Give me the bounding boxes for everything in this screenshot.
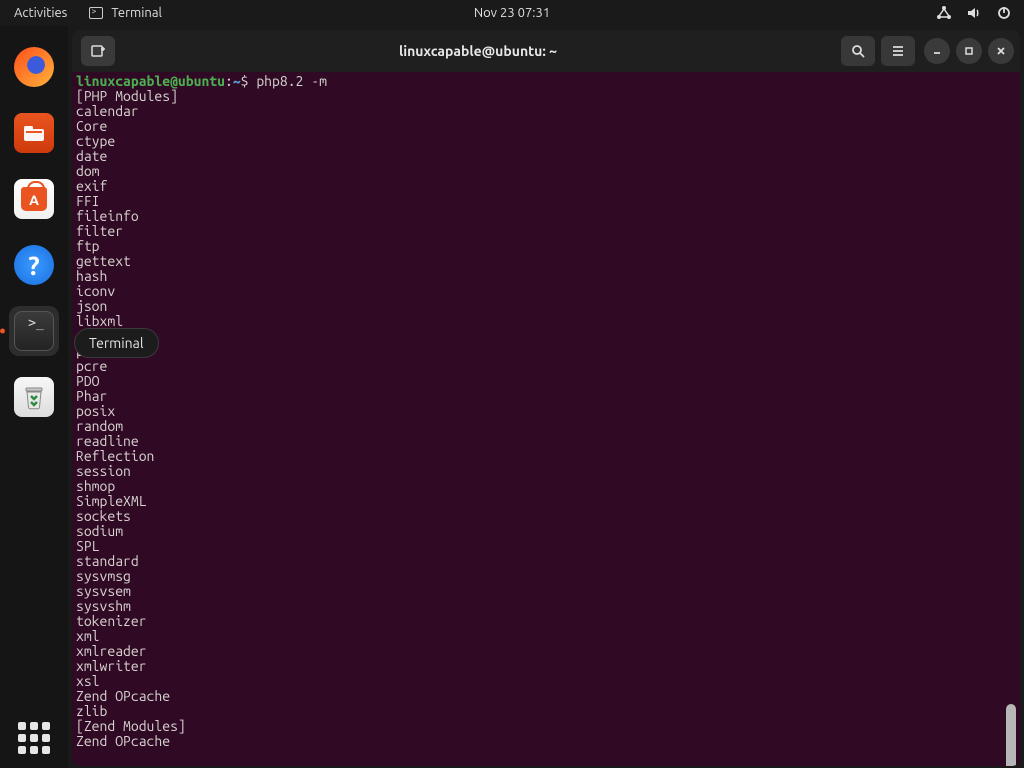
terminal-window: linuxcapable@ubuntu: ~ linuxcapable@ubun… <box>72 30 1020 766</box>
prompt-user: linuxcapable@ubuntu <box>76 73 225 89</box>
module-line: ftp <box>76 239 1016 254</box>
module-line: filter <box>76 224 1016 239</box>
zend-module-line: Zend OPcache <box>76 734 1016 749</box>
module-line: SPL <box>76 539 1016 554</box>
dock-trash[interactable] <box>9 372 59 422</box>
active-app-indicator[interactable]: Terminal <box>89 6 162 20</box>
module-line: exif <box>76 179 1016 194</box>
firefox-icon <box>14 47 54 87</box>
module-line: standard <box>76 554 1016 569</box>
power-icon[interactable] <box>996 5 1012 21</box>
module-line: sysvmsg <box>76 569 1016 584</box>
search-button[interactable] <box>841 36 875 66</box>
window-title: linuxcapable@ubuntu: ~ <box>118 43 838 59</box>
menu-button[interactable] <box>881 36 915 66</box>
module-line: sockets <box>76 509 1016 524</box>
module-line: FFI <box>76 194 1016 209</box>
command: php8.2 -m <box>256 73 327 89</box>
module-line: random <box>76 419 1016 434</box>
module-line: date <box>76 149 1016 164</box>
close-button[interactable] <box>988 38 1014 64</box>
module-line: hash <box>76 269 1016 284</box>
help-icon: ? <box>14 245 54 285</box>
module-line: posix <box>76 404 1016 419</box>
module-line: Zend OPcache <box>76 689 1016 704</box>
module-line: zlib <box>76 704 1016 719</box>
dock: ? >_ <box>0 26 68 768</box>
output-header: [PHP Modules] <box>76 89 1016 104</box>
module-line: Phar <box>76 389 1016 404</box>
module-line: SimpleXML <box>76 494 1016 509</box>
module-line: Reflection <box>76 449 1016 464</box>
module-line: xmlreader <box>76 644 1016 659</box>
module-line: pcntl <box>76 344 1016 359</box>
module-line: gettext <box>76 254 1016 269</box>
module-line: xmlwriter <box>76 659 1016 674</box>
module-line: json <box>76 299 1016 314</box>
maximize-button[interactable] <box>956 38 982 64</box>
module-line: pcre <box>76 359 1016 374</box>
module-line: shmop <box>76 479 1016 494</box>
zend-header: [Zend Modules] <box>76 719 1016 734</box>
software-icon <box>14 179 54 219</box>
dock-tooltip: Terminal <box>74 328 159 358</box>
minimize-button[interactable] <box>924 38 950 64</box>
dock-help[interactable]: ? <box>9 240 59 290</box>
terminal-icon: >_ <box>14 311 54 351</box>
module-line: readline <box>76 434 1016 449</box>
top-panel-left: Activities Terminal <box>0 6 162 20</box>
active-app-label: Terminal <box>111 6 162 20</box>
modules-list: calendarCorectypedatedomexifFFIfileinfof… <box>76 104 1016 719</box>
prompt-path: ~ <box>233 73 241 89</box>
module-line: xsl <box>76 674 1016 689</box>
dock-firefox[interactable] <box>9 42 59 92</box>
files-icon <box>14 113 54 153</box>
volume-icon[interactable] <box>966 5 982 21</box>
clock[interactable]: Nov 23 07:31 <box>474 6 550 20</box>
module-line: sysvshm <box>76 599 1016 614</box>
zend-list: Zend OPcache <box>76 734 1016 749</box>
show-apps-button[interactable] <box>18 722 50 754</box>
module-line: calendar <box>76 104 1016 119</box>
terminal-icon <box>89 7 103 19</box>
window-titlebar[interactable]: linuxcapable@ubuntu: ~ <box>72 30 1020 72</box>
terminal-body[interactable]: linuxcapable@ubuntu:~$ php8.2 -m [PHP Mo… <box>72 72 1020 766</box>
module-line: dom <box>76 164 1016 179</box>
trash-icon <box>14 377 54 417</box>
module-line: tokenizer <box>76 614 1016 629</box>
dock-terminal[interactable]: >_ <box>9 306 59 356</box>
window-controls <box>924 38 1014 64</box>
dock-files[interactable] <box>9 108 59 158</box>
module-line: xml <box>76 629 1016 644</box>
module-line: iconv <box>76 284 1016 299</box>
module-line: fileinfo <box>76 209 1016 224</box>
module-line: openssl <box>76 329 1016 344</box>
module-line: Core <box>76 119 1016 134</box>
module-line: sysvsem <box>76 584 1016 599</box>
module-line: session <box>76 464 1016 479</box>
top-panel: Activities Terminal Nov 23 07:31 <box>0 0 1024 26</box>
scrollbar-track[interactable] <box>1006 74 1018 764</box>
network-icon[interactable] <box>936 5 952 21</box>
new-tab-button[interactable] <box>81 36 115 66</box>
module-line: sodium <box>76 524 1016 539</box>
module-line: PDO <box>76 374 1016 389</box>
dock-software[interactable] <box>9 174 59 224</box>
scrollbar-thumb[interactable] <box>1006 704 1016 766</box>
activities-button[interactable]: Activities <box>14 6 67 20</box>
module-line: ctype <box>76 134 1016 149</box>
module-line: libxml <box>76 314 1016 329</box>
prompt-line: linuxcapable@ubuntu:~$ php8.2 -m <box>76 74 1016 89</box>
status-area[interactable] <box>936 5 1024 21</box>
